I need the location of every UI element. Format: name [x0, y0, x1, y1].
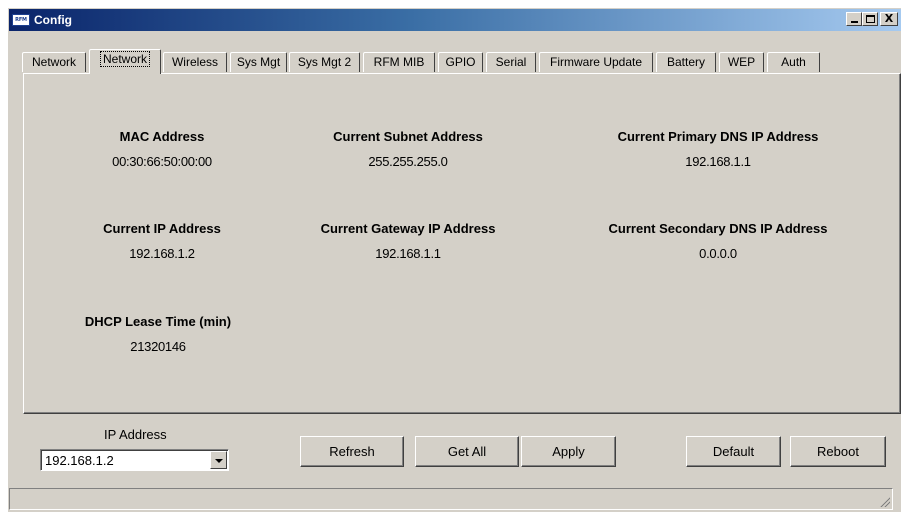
tab-sys-mgt[interactable]: Sys Mgt — [230, 52, 287, 72]
tab-rfm-mib[interactable]: RFM MIB — [363, 52, 435, 72]
minimize-button[interactable] — [846, 12, 862, 26]
mac-address-value: 00:30:66:50:00:00 — [112, 154, 212, 169]
tab-gpio[interactable]: GPIO — [438, 52, 483, 72]
dropdown-button[interactable] — [210, 451, 227, 469]
chevron-down-icon — [215, 459, 223, 463]
apply-button[interactable]: Apply — [521, 436, 616, 467]
tab-label: Sys Mgt 2 — [297, 55, 352, 69]
ip-address-label: Current IP Address — [103, 221, 221, 236]
ip-address-selector-label: IP Address — [104, 427, 167, 442]
maximize-button[interactable] — [862, 12, 878, 26]
reboot-button[interactable]: Reboot — [790, 436, 886, 467]
tab-label: Firmware Update — [549, 55, 643, 69]
default-button[interactable]: Default — [686, 436, 781, 467]
ip-address-selected: 192.168.1.2 — [45, 453, 114, 468]
dhcp-lease-value: 21320146 — [130, 339, 186, 354]
tab-label: Network — [31, 55, 76, 69]
tab-label: Sys Mgt — [236, 55, 281, 69]
tab-network-2[interactable]: Network — [89, 49, 161, 74]
subnet-address-label: Current Subnet Address — [333, 129, 483, 144]
primary-dns-value: 192.168.1.1 — [685, 154, 751, 169]
tab-serial[interactable]: Serial — [486, 52, 536, 72]
tab-label: GPIO — [445, 55, 476, 69]
primary-dns-label: Current Primary DNS IP Address — [617, 129, 819, 144]
gateway-address-label: Current Gateway IP Address — [320, 221, 496, 236]
tab-firmware-update[interactable]: Firmware Update — [539, 52, 653, 72]
title-bar[interactable]: RFM Config X — [9, 9, 901, 31]
tab-label: Serial — [495, 55, 527, 69]
tab-network-1[interactable]: Network — [22, 52, 86, 72]
refresh-button[interactable]: Refresh — [300, 436, 404, 467]
network-tab-panel: MAC Address 00:30:66:50:00:00 Current Su… — [23, 73, 901, 414]
tab-auth[interactable]: Auth — [767, 52, 820, 72]
close-icon: X — [884, 12, 894, 25]
app-icon: RFM — [12, 14, 30, 26]
secondary-dns-label: Current Secondary DNS IP Address — [608, 221, 828, 236]
tab-label: Wireless — [171, 55, 218, 69]
minimize-icon — [851, 21, 858, 23]
resize-grip-icon[interactable] — [878, 495, 890, 507]
status-bar — [9, 488, 893, 510]
tab-label: Battery — [666, 55, 705, 69]
mac-address-label: MAC Address — [119, 129, 205, 144]
maximize-icon — [866, 15, 875, 23]
tab-label: Auth — [781, 55, 806, 69]
gateway-address-value: 192.168.1.1 — [375, 246, 441, 261]
tab-battery[interactable]: Battery — [656, 52, 716, 72]
tab-sys-mgt-2[interactable]: Sys Mgt 2 — [289, 52, 360, 72]
tab-wireless[interactable]: Wireless — [163, 52, 227, 72]
tab-wep[interactable]: WEP — [719, 52, 764, 72]
dhcp-lease-label: DHCP Lease Time (min) — [84, 314, 232, 329]
config-window: RFM Config X Network Network Wireless Sy… — [8, 8, 901, 512]
tab-label: Network — [99, 51, 151, 67]
subnet-address-value: 255.255.255.0 — [368, 154, 448, 169]
tab-label: WEP — [727, 55, 756, 69]
ip-address-value: 192.168.1.2 — [129, 246, 195, 261]
ip-address-dropdown[interactable]: 192.168.1.2 — [40, 449, 229, 471]
tab-label: RFM MIB — [373, 55, 425, 69]
get-all-button[interactable]: Get All — [415, 436, 519, 467]
close-button[interactable]: X — [880, 12, 898, 26]
secondary-dns-value: 0.0.0.0 — [699, 246, 737, 261]
window-title: Config — [34, 13, 72, 27]
